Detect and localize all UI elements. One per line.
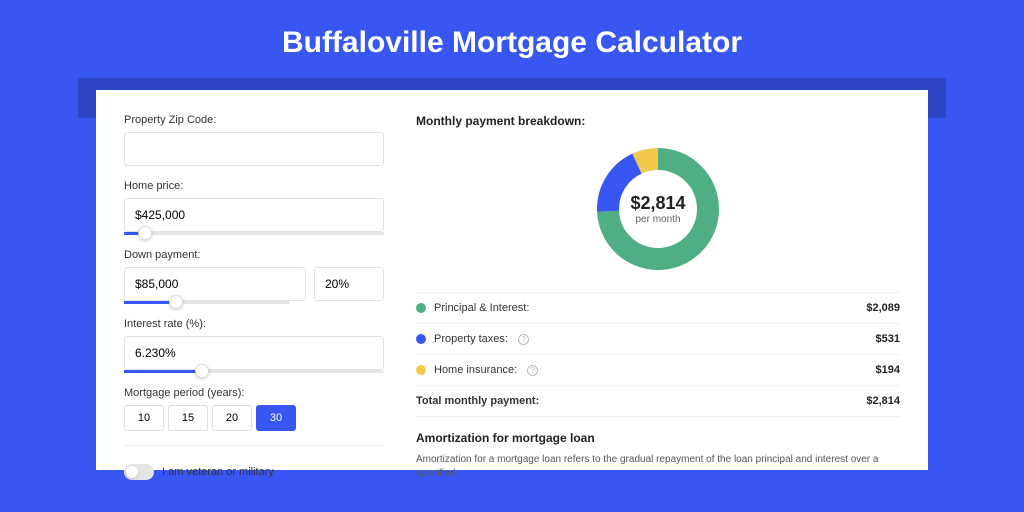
divider [124, 445, 384, 446]
total-value: $2,814 [866, 395, 900, 407]
interest-field: Interest rate (%): [124, 318, 384, 373]
veteran-toggle[interactable] [124, 464, 154, 480]
home-price-field: Home price: [124, 180, 384, 235]
home-price-label: Home price: [124, 180, 384, 192]
donut-chart-wrap: $2,814 per month [416, 136, 900, 292]
legend-dot [416, 303, 426, 313]
form-panel: Property Zip Code: Home price: Down paym… [124, 114, 384, 470]
period-buttons: 10 15 20 30 [124, 405, 384, 431]
down-payment-percent-input[interactable] [314, 267, 384, 301]
zip-field: Property Zip Code: [124, 114, 384, 166]
amortization-text: Amortization for a mortgage loan refers … [416, 453, 900, 481]
period-option-10[interactable]: 10 [124, 405, 164, 431]
interest-label: Interest rate (%): [124, 318, 384, 330]
donut-center: $2,814 per month [593, 144, 723, 274]
legend-dot [416, 334, 426, 344]
down-payment-field: Down payment: [124, 249, 384, 304]
legend-value: $531 [876, 333, 900, 345]
donut-chart: $2,814 per month [593, 144, 723, 274]
legend-row-insurance: Home insurance: ? $194 [416, 355, 900, 386]
veteran-label: I am veteran or military [162, 466, 274, 478]
period-option-20[interactable]: 20 [212, 405, 252, 431]
info-icon[interactable]: ? [527, 365, 538, 376]
donut-sub: per month [635, 214, 680, 225]
legend-label: Property taxes: [434, 333, 508, 345]
period-option-15[interactable]: 15 [168, 405, 208, 431]
donut-amount: $2,814 [630, 193, 685, 214]
legend-dot [416, 365, 426, 375]
amortization-title: Amortization for mortgage loan [416, 431, 900, 445]
interest-input[interactable] [124, 336, 384, 370]
legend-label: Principal & Interest: [434, 302, 529, 314]
slider-thumb[interactable] [138, 226, 152, 240]
zip-input[interactable] [124, 132, 384, 166]
down-payment-label: Down payment: [124, 249, 384, 261]
zip-label: Property Zip Code: [124, 114, 384, 126]
down-payment-amount-input[interactable] [124, 267, 306, 301]
legend-row-taxes: Property taxes: ? $531 [416, 324, 900, 355]
total-label: Total monthly payment: [416, 395, 539, 407]
slider-thumb[interactable] [195, 364, 209, 378]
legend-row-principal: Principal & Interest: $2,089 [416, 293, 900, 324]
breakdown-panel: Monthly payment breakdown: $2,814 per mo… [416, 114, 900, 470]
period-option-30[interactable]: 30 [256, 405, 296, 431]
down-payment-slider[interactable] [124, 301, 290, 304]
legend-value: $2,089 [866, 302, 900, 314]
veteran-row: I am veteran or military [124, 464, 384, 480]
legend: Principal & Interest: $2,089 Property ta… [416, 292, 900, 417]
breakdown-title: Monthly payment breakdown: [416, 114, 900, 128]
legend-value: $194 [876, 364, 900, 376]
legend-row-total: Total monthly payment: $2,814 [416, 386, 900, 417]
period-field: Mortgage period (years): 10 15 20 30 [124, 387, 384, 431]
interest-slider[interactable] [124, 370, 384, 373]
info-icon[interactable]: ? [518, 334, 529, 345]
legend-label: Home insurance: [434, 364, 517, 376]
slider-thumb[interactable] [169, 295, 183, 309]
home-price-input[interactable] [124, 198, 384, 232]
page-title: Buffaloville Mortgage Calculator [0, 0, 1024, 78]
calculator-card: Property Zip Code: Home price: Down paym… [96, 90, 928, 470]
home-price-slider[interactable] [124, 232, 384, 235]
period-label: Mortgage period (years): [124, 387, 384, 399]
